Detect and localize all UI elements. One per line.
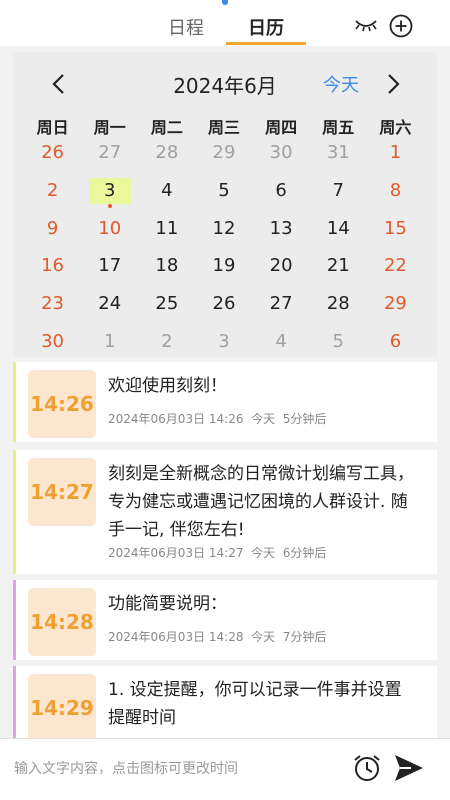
day-cell[interactable]: 18: [138, 253, 195, 291]
event-color-bar: [13, 450, 16, 574]
day-cell[interactable]: 17: [81, 253, 138, 291]
day-cell[interactable]: 21: [310, 253, 367, 291]
day-cell[interactable]: 28: [138, 140, 195, 178]
event-text: 1. 设定提醒，你可以记录一件事并设置提醒时间: [108, 680, 402, 728]
today-button[interactable]: 今天: [323, 71, 359, 97]
tab-calendar[interactable]: 日历: [248, 14, 284, 40]
day-cell[interactable]: 26: [195, 291, 252, 329]
day-cell[interactable]: 1: [367, 140, 424, 178]
event-time: 14:28: [28, 588, 96, 656]
week-row: 16 17 18 19 20 21 22: [24, 253, 424, 291]
day-cell[interactable]: 6: [253, 178, 310, 216]
event-meta: 2024年06月03日 14:26 今天 5分钟后: [108, 410, 326, 427]
alarm-clock-icon[interactable]: [352, 753, 382, 783]
day-cell[interactable]: 2: [24, 178, 81, 216]
day-cell[interactable]: 4: [138, 178, 195, 216]
weekday-label: 周四: [265, 118, 298, 137]
top-bar: 日程 日历: [0, 0, 450, 46]
tab-schedule[interactable]: 日程: [168, 14, 204, 40]
event-date: 2024年06月03日 14:28: [108, 630, 244, 644]
day-cell[interactable]: 16: [24, 253, 81, 291]
weekday-label: 周二: [150, 118, 183, 137]
event-text: 功能简要说明：: [108, 594, 227, 614]
event-meta: 2024年06月03日 14:27 今天 6分钟后: [108, 544, 326, 561]
day-cell[interactable]: 22: [367, 253, 424, 291]
weekday-header: 周日 周一 周二 周三 周四 周五 周六: [24, 114, 424, 138]
event-color-bar: [13, 666, 16, 738]
event-card[interactable]: 14:29 1. 设定提醒，你可以记录一件事并设置提醒时间: [13, 666, 437, 738]
event-date: 2024年06月03日 14:26: [108, 412, 244, 426]
event-card[interactable]: 14:26 欢迎使用刻刻！ 2024年06月03日 14:26 今天 5分钟后: [13, 362, 437, 442]
week-row: 23 24 25 26 27 28 29: [24, 291, 424, 329]
active-tab-indicator: [226, 42, 306, 45]
week-row: 26 27 28 29 30 31 1: [24, 140, 424, 178]
week-row: 9 10 11 12 13 14 15: [24, 216, 424, 254]
month-title: 2024年6月: [173, 74, 277, 98]
send-icon[interactable]: [393, 753, 425, 783]
event-color-bar: [13, 580, 16, 660]
day-cell[interactable]: 10: [81, 216, 138, 254]
event-time: 14:26: [28, 370, 96, 438]
day-cell[interactable]: 14: [310, 216, 367, 254]
event-day: 今天: [251, 630, 276, 644]
day-cell[interactable]: 5: [195, 178, 252, 216]
event-day: 今天: [251, 546, 276, 560]
week-row: 2 3 4 5 6 7 8: [24, 177, 424, 216]
day-cell[interactable]: 7: [310, 178, 367, 216]
event-day: 今天: [251, 412, 276, 426]
month-calendar: 2024年6月 今天 周日 周一 周二 周三 周四 周五 周六 26 27 28…: [13, 52, 437, 357]
event-relative: 5分钟后: [282, 412, 327, 426]
day-cell[interactable]: 13: [253, 216, 310, 254]
event-text: 欢迎使用刻刻！: [108, 376, 227, 396]
event-dot: [108, 203, 113, 208]
day-cell[interactable]: 24: [81, 291, 138, 329]
day-cell[interactable]: 27: [253, 291, 310, 329]
day-cell[interactable]: 11: [138, 216, 195, 254]
day-cell[interactable]: 28: [310, 291, 367, 329]
event-time: 14:27: [28, 458, 96, 526]
day-cell[interactable]: 20: [253, 253, 310, 291]
weekday-label: 周五: [322, 118, 355, 137]
day-cell[interactable]: 30: [253, 140, 310, 178]
day-cell[interactable]: 12: [195, 216, 252, 254]
day-cell[interactable]: 8: [367, 178, 424, 216]
event-relative: 7分钟后: [282, 630, 327, 644]
weekday-label: 周三: [207, 118, 240, 137]
day-cell-today[interactable]: 3: [81, 177, 138, 216]
day-cell[interactable]: 26: [24, 140, 81, 178]
day-cell[interactable]: 31: [310, 140, 367, 178]
weekday-label: 周六: [379, 118, 412, 137]
note-input[interactable]: [14, 753, 334, 785]
day-cell[interactable]: 9: [24, 216, 81, 254]
event-date: 2024年06月03日 14:27: [108, 546, 244, 560]
day-cell[interactable]: 15: [367, 216, 424, 254]
weekday-label: 周一: [93, 118, 126, 137]
event-relative: 6分钟后: [282, 546, 327, 560]
event-card[interactable]: 14:27 刻刻是全新概念的日常微计划编写工具，专为健忘或遭遇记忆困境的人群设计…: [13, 450, 437, 574]
day-cell[interactable]: 29: [195, 140, 252, 178]
event-list: 14:26 欢迎使用刻刻！ 2024年06月03日 14:26 今天 5分钟后 …: [13, 362, 437, 738]
day-cell[interactable]: 25: [138, 291, 195, 329]
weekday-label: 周日: [36, 118, 69, 137]
day-cell[interactable]: 27: [81, 140, 138, 178]
closed-eye-icon[interactable]: [354, 18, 378, 32]
composer-bar: [0, 738, 450, 800]
chevron-right-icon[interactable]: [383, 72, 403, 96]
day-cell[interactable]: 23: [24, 291, 81, 329]
day-cell[interactable]: 29: [367, 291, 424, 329]
day-cell[interactable]: 19: [195, 253, 252, 291]
event-text: 刻刻是全新概念的日常微计划编写工具，专为健忘或遭遇记忆困境的人群设计. 随手一记…: [108, 464, 414, 540]
plus-circle-icon[interactable]: [389, 14, 413, 38]
event-color-bar: [13, 362, 16, 442]
status-dot: [222, 0, 228, 5]
day-grid: 26 27 28 29 30 31 1 2 3 4 5 6 7 8 9 10 1…: [24, 140, 424, 367]
event-card[interactable]: 14:28 功能简要说明： 2024年06月03日 14:28 今天 7分钟后: [13, 580, 437, 660]
event-time: 14:29: [28, 674, 96, 738]
event-meta: 2024年06月03日 14:28 今天 7分钟后: [108, 628, 326, 645]
